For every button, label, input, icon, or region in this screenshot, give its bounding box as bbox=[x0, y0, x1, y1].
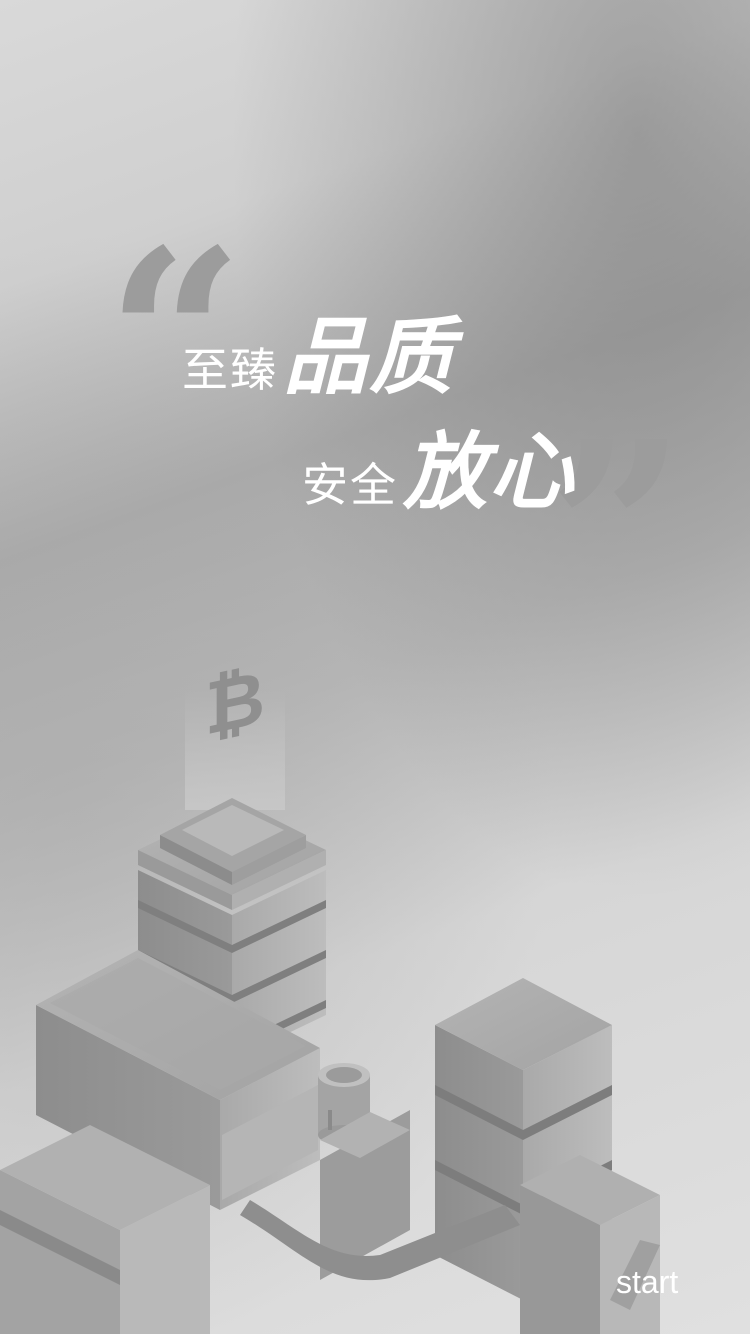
isometric-city-illustration: ₿ bbox=[0, 654, 660, 1334]
splash-screen: “ ” 至臻 品质 安全 放心 ₿ start bbox=[0, 0, 750, 1334]
svg-text:₿: ₿ bbox=[205, 654, 265, 753]
slogan-line-2-big: 放心 bbox=[403, 423, 576, 521]
slogan-line-2: 安全 放心 bbox=[302, 405, 575, 526]
slogan-line-1: 至臻 品质 bbox=[182, 290, 455, 411]
bitcoin-icon: ₿ bbox=[205, 654, 265, 753]
slogan-line-2-small: 安全 bbox=[302, 458, 398, 512]
slogan-line-1-big: 品质 bbox=[283, 308, 456, 406]
start-button[interactable]: start bbox=[616, 1264, 678, 1301]
far-right-building bbox=[520, 1155, 660, 1334]
slogan-line-1-small: 至臻 bbox=[182, 343, 278, 397]
